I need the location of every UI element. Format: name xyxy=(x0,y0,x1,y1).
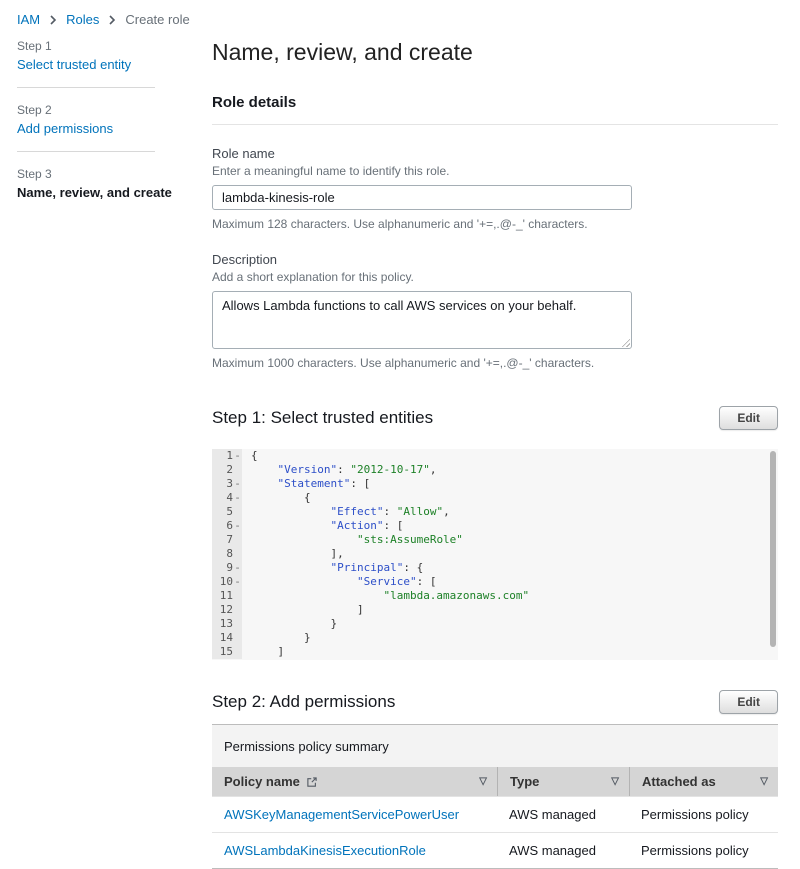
add-permissions-section: Step 2: Add permissions Edit Permissions… xyxy=(212,690,778,869)
edit-trusted-entities-button[interactable]: Edit xyxy=(719,406,778,430)
step1-heading: Step 1: Select trusted entities xyxy=(212,408,433,428)
breadcrumb-current: Create role xyxy=(125,12,189,27)
sort-icon[interactable]: ▽ xyxy=(611,776,619,787)
sort-icon[interactable]: ▽ xyxy=(760,776,768,787)
breadcrumb-link-iam[interactable]: IAM xyxy=(17,12,40,27)
breadcrumb: IAM Roles Create role xyxy=(0,0,800,27)
policy-link[interactable]: AWSKeyManagementServicePowerUser xyxy=(224,807,459,822)
main-content: Name, review, and create Role details Ro… xyxy=(212,39,778,869)
table-row: AWSLambdaKinesisExecutionRole AWS manage… xyxy=(212,832,778,868)
policy-link[interactable]: AWSLambdaKinesisExecutionRole xyxy=(224,843,426,858)
step-current-name-review-create: Name, review, and create xyxy=(17,185,195,200)
step-1-number: Step 1 xyxy=(17,39,195,53)
role-name-input[interactable] xyxy=(212,185,632,210)
description-hint: Add a short explanation for this policy. xyxy=(212,270,778,284)
role-name-hint: Enter a meaningful name to identify this… xyxy=(212,164,778,178)
column-label: Type xyxy=(510,774,539,789)
step-link-add-permissions[interactable]: Add permissions xyxy=(17,121,113,136)
step-2-item: Step 2 Add permissions xyxy=(17,103,195,136)
trusted-entities-section: Step 1: Select trusted entities Edit 1-{… xyxy=(212,406,778,660)
table-row: AWSKeyManagementServicePowerUser AWS man… xyxy=(212,796,778,832)
permissions-policy-table: Permissions policy summary Policy name ▽ xyxy=(212,724,778,869)
role-name-label: Role name xyxy=(212,146,778,161)
trust-policy-editor[interactable]: 1-{2 "Version": "2012-10-17",3- "Stateme… xyxy=(212,449,778,660)
external-link-icon xyxy=(306,776,318,788)
trust-policy-code: 1-{2 "Version": "2012-10-17",3- "Stateme… xyxy=(212,449,778,659)
description-label: Description xyxy=(212,252,778,267)
column-label: Policy name xyxy=(224,774,300,789)
description-textarea[interactable]: Allows Lambda functions to call AWS serv… xyxy=(212,291,632,349)
policy-attached-as: Permissions policy xyxy=(641,807,749,822)
step-1-item: Step 1 Select trusted entity xyxy=(17,39,195,72)
edit-permissions-button[interactable]: Edit xyxy=(719,690,778,714)
steps-nav: Step 1 Select trusted entity Step 2 Add … xyxy=(0,39,195,869)
sort-icon[interactable]: ▽ xyxy=(479,776,487,787)
code-scrollbar[interactable] xyxy=(770,451,776,647)
column-header-type[interactable]: Type ▽ xyxy=(497,767,629,796)
section-divider xyxy=(212,124,778,125)
table-header-row: Policy name ▽ Type ▽ xyxy=(212,767,778,796)
step2-heading: Step 2: Add permissions xyxy=(212,692,395,712)
chevron-right-icon xyxy=(108,15,116,25)
policy-type: AWS managed xyxy=(509,843,596,858)
step-link-select-trusted-entity[interactable]: Select trusted entity xyxy=(17,57,131,72)
description-field: Description Add a short explanation for … xyxy=(212,252,778,370)
policy-attached-as: Permissions policy xyxy=(641,843,749,858)
role-name-constraint: Maximum 128 characters. Use alphanumeric… xyxy=(212,217,778,231)
role-details-section: Role details Role name Enter a meaningfu… xyxy=(212,94,778,370)
column-header-attached-as[interactable]: Attached as ▽ xyxy=(629,767,778,796)
page-title: Name, review, and create xyxy=(212,39,778,66)
column-label: Attached as xyxy=(642,774,716,789)
policy-type: AWS managed xyxy=(509,807,596,822)
role-name-field: Role name Enter a meaningful name to ide… xyxy=(212,146,778,231)
step-divider xyxy=(17,87,155,88)
step-3-item: Step 3 Name, review, and create xyxy=(17,167,195,200)
column-header-policy-name[interactable]: Policy name ▽ xyxy=(212,767,497,796)
chevron-right-icon xyxy=(49,15,57,25)
breadcrumb-link-roles[interactable]: Roles xyxy=(66,12,99,27)
step-3-number: Step 3 xyxy=(17,167,195,181)
description-constraint: Maximum 1000 characters. Use alphanumeri… xyxy=(212,356,778,370)
step-divider xyxy=(17,151,155,152)
role-details-heading: Role details xyxy=(212,94,778,111)
table-summary-title: Permissions policy summary xyxy=(212,725,778,767)
step-2-number: Step 2 xyxy=(17,103,195,117)
